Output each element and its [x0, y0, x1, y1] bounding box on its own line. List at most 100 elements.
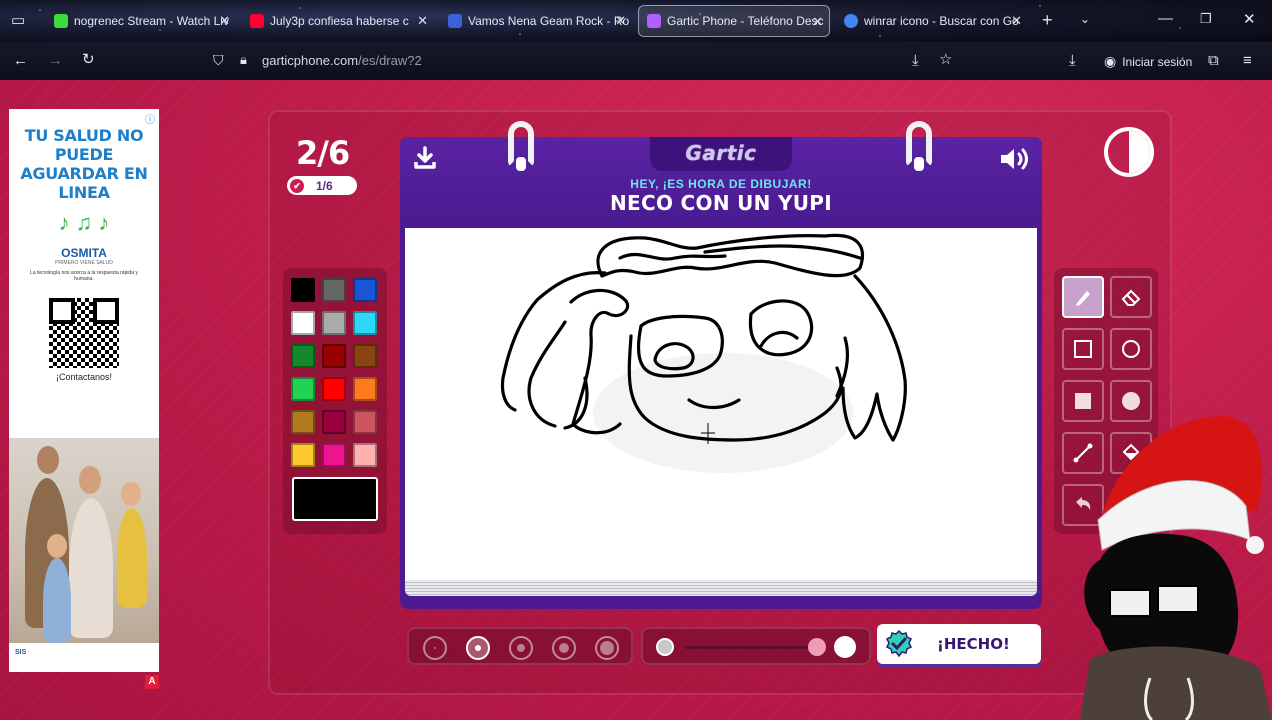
restore-icon[interactable]: ❐ — [1200, 12, 1212, 25]
opacity-slider[interactable] — [641, 627, 871, 665]
gartic-logo: Gartic — [685, 141, 757, 165]
account-icon: ◉ — [1104, 53, 1117, 69]
download-icon[interactable] — [412, 145, 438, 171]
sign-in-label: Iniciar sesión — [1122, 54, 1193, 69]
brush-size-option[interactable] — [423, 636, 447, 660]
music-notes-icon: ♪ ♫ ♪ — [58, 210, 110, 235]
color-swatch[interactable] — [291, 410, 315, 434]
brush-size-option[interactable] — [552, 636, 576, 660]
tab-favicon-icon — [448, 14, 462, 28]
contrast-toggle-icon[interactable] — [1104, 127, 1154, 177]
circle-filled-icon — [1122, 392, 1140, 410]
browser-tab-active[interactable]: Gartic Phone - Teléfono Desc ✕ — [638, 5, 830, 37]
color-swatch[interactable] — [353, 377, 377, 401]
browser-tab[interactable]: July3p confiesa haberse c ✕ — [242, 5, 434, 37]
shield-icon[interactable]: ⛉ — [213, 53, 224, 67]
color-swatch[interactable] — [353, 410, 377, 434]
color-swatch[interactable] — [322, 344, 346, 368]
tab-close-icon[interactable]: ✕ — [219, 13, 230, 29]
save-page-icon[interactable]: ⤓ — [912, 53, 919, 68]
done-label: ¡HECHO! — [937, 635, 1010, 653]
logo-tab: Gartic — [650, 137, 792, 171]
binder-ring-left — [508, 121, 534, 171]
volume-icon[interactable] — [998, 145, 1032, 173]
notebook-paper-edge — [405, 580, 1037, 596]
color-swatch[interactable] — [322, 377, 346, 401]
new-tab-icon[interactable]: + — [1042, 11, 1053, 29]
tab-close-icon[interactable]: ✕ — [615, 13, 626, 29]
completed-badge: ✔ 1/6 — [287, 176, 357, 195]
color-swatch[interactable] — [291, 443, 315, 467]
color-swatch[interactable] — [322, 278, 346, 302]
color-swatch[interactable] — [322, 443, 346, 467]
opacity-track[interactable] — [685, 646, 817, 649]
lock-icon[interactable]: 🔒︎ — [240, 53, 247, 66]
binder-ring-right — [906, 121, 932, 171]
extensions-icon[interactable]: ⧉ — [1208, 53, 1219, 68]
square-outline-icon — [1074, 340, 1092, 358]
streamer-avatar-overlay — [1080, 416, 1272, 720]
color-swatch[interactable] — [353, 443, 377, 467]
tab-close-icon[interactable]: ✕ — [812, 14, 823, 30]
minimize-icon[interactable]: — — [1158, 11, 1173, 26]
color-swatch[interactable] — [353, 278, 377, 302]
tab-overflow-icon[interactable]: ⌄ — [1080, 13, 1090, 25]
sign-in-button[interactable]: ◉ Iniciar sesión — [1104, 53, 1192, 70]
color-swatch[interactable] — [322, 410, 346, 434]
brush-size-selector — [407, 627, 633, 665]
opacity-min-icon — [656, 638, 674, 656]
pencil-icon — [1076, 291, 1090, 306]
round-counter: 2/6 — [296, 134, 350, 172]
color-swatch[interactable] — [353, 311, 377, 335]
done-button[interactable]: ¡HECHO! — [877, 624, 1041, 664]
color-swatch[interactable] — [322, 311, 346, 335]
bookmark-star-icon[interactable]: ☆ — [939, 52, 952, 67]
eraser-tool[interactable] — [1110, 276, 1152, 318]
ad-badge[interactable]: A — [145, 675, 159, 689]
drawing-strokes — [500, 233, 907, 473]
close-window-icon[interactable]: ✕ — [1243, 12, 1256, 27]
current-color-preview — [292, 477, 378, 521]
drawing-canvas[interactable] — [405, 228, 1037, 580]
ad-contact: ¡Contactanos! — [55, 372, 113, 382]
game-page: ⓘ TU SALUD NO PUEDE AGUARDAR EN LINEA ♪ … — [0, 80, 1272, 720]
forward-icon[interactable]: → — [48, 53, 63, 68]
tab-label: winrar icono - Buscar con Go — [864, 14, 1019, 28]
color-swatch[interactable] — [353, 344, 377, 368]
browser-tab[interactable]: Vamos Nena Geam Rock - Ro ✕ — [440, 5, 632, 37]
board-header: Gartic HEY, ¡ES HORA DE DIBUJAR! NECO CO… — [400, 137, 1042, 223]
color-swatch[interactable] — [291, 377, 315, 401]
browser-tab[interactable]: winrar icono - Buscar con Go ✕ — [836, 5, 1028, 37]
reload-icon[interactable]: ↻ — [82, 52, 95, 67]
opacity-handle[interactable] — [808, 638, 826, 656]
rectangle-outline-tool[interactable] — [1062, 328, 1104, 370]
color-swatch[interactable] — [291, 311, 315, 335]
circle-outline-icon — [1122, 340, 1140, 358]
drawing-board: Gartic HEY, ¡ES HORA DE DIBUJAR! NECO CO… — [400, 121, 1042, 609]
back-icon[interactable]: ← — [13, 53, 28, 68]
brush-size-option[interactable] — [509, 636, 533, 660]
ad-info-icon[interactable]: ⓘ — [145, 111, 155, 126]
check-badge-icon — [885, 630, 913, 658]
url-path: /es/draw?2 — [358, 53, 422, 68]
tab-list-icon[interactable]: ▭ — [11, 13, 25, 28]
color-palette — [283, 268, 387, 534]
brush-size-option-selected[interactable] — [466, 636, 490, 660]
browser-tab-bar: ▭ nogrenec Stream - Watch Liv ✕ July3p c… — [0, 0, 1272, 42]
ellipse-outline-tool[interactable] — [1110, 328, 1152, 370]
tab-favicon-icon — [250, 14, 264, 28]
color-swatch[interactable] — [291, 344, 315, 368]
tab-label: Vamos Nena Geam Rock - Ro — [468, 14, 630, 28]
tab-close-icon[interactable]: ✕ — [417, 13, 428, 29]
brush-size-option[interactable] — [595, 636, 619, 660]
downloads-icon[interactable]: ⤓ — [1069, 53, 1076, 68]
tab-favicon-icon — [647, 14, 661, 28]
tab-close-icon[interactable]: ✕ — [1011, 13, 1022, 29]
menu-icon[interactable]: ≡ — [1243, 53, 1252, 68]
prompt-title: NECO CON UN YUPI — [610, 191, 832, 215]
pen-tool[interactable] — [1062, 276, 1104, 318]
side-advertisement[interactable]: ⓘ TU SALUD NO PUEDE AGUARDAR EN LINEA ♪ … — [9, 109, 159, 672]
color-swatch[interactable] — [291, 278, 315, 302]
browser-tab[interactable]: nogrenec Stream - Watch Liv ✕ — [46, 5, 236, 37]
address-bar[interactable]: garticphone.com/es/draw?2 — [262, 53, 422, 68]
